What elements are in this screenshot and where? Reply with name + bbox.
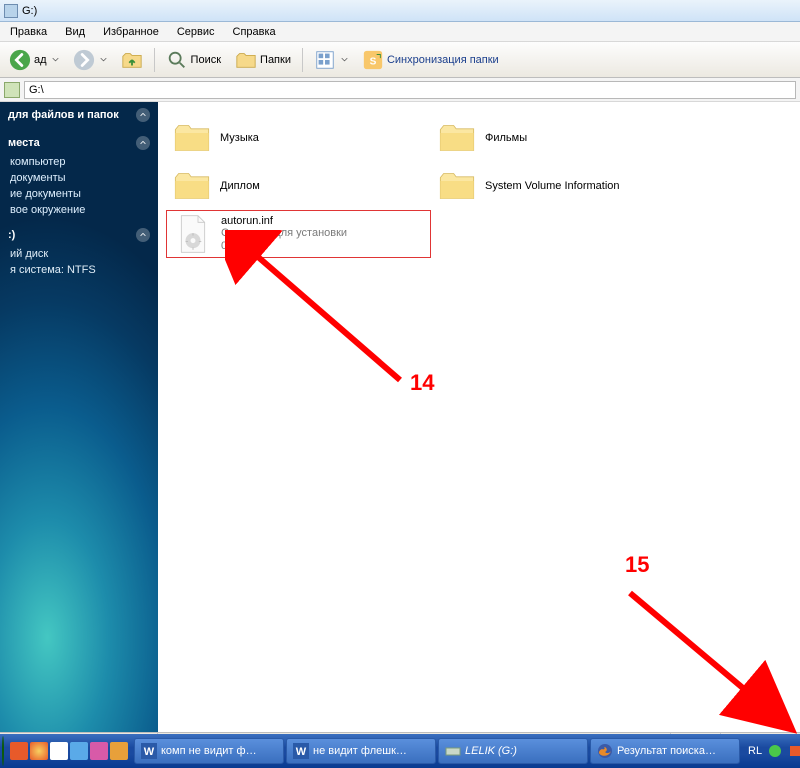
item-size: 0 КБ [221, 240, 347, 253]
svg-text:W: W [144, 746, 155, 758]
taskbar-item[interactable]: Результат поиска… [590, 738, 740, 764]
views-button[interactable] [309, 46, 353, 74]
chevron-down-icon [341, 56, 348, 63]
folders-label: Папки [260, 54, 291, 66]
ql-icon[interactable] [50, 742, 68, 760]
tray-icon[interactable] [788, 744, 800, 758]
lang-indicator[interactable]: RL [748, 745, 762, 757]
drive-icon [4, 4, 18, 18]
folder-icon [172, 121, 212, 155]
sidebar: для файлов и папок места компьютер докум… [0, 102, 158, 732]
titlebar: G:) [0, 0, 800, 22]
menubar: Правка Вид Избранное Сервис Справка [0, 22, 800, 42]
back-icon [9, 49, 31, 71]
item-label: Диплом [220, 180, 260, 192]
menu-help[interactable]: Справка [225, 24, 284, 40]
folder-item[interactable]: Диплом [166, 162, 431, 210]
taskbar: W комп не видит ф… W не видит флешк… LEL… [0, 734, 800, 768]
folder-icon [437, 169, 477, 203]
ql-icon[interactable] [90, 742, 108, 760]
task-label: LELIK (G:) [465, 745, 517, 757]
taskbar-item[interactable]: W не видит флешк… [286, 738, 436, 764]
word-icon: W [141, 743, 157, 759]
menu-edit[interactable]: Правка [2, 24, 55, 40]
chevron-down-icon [100, 56, 107, 63]
views-icon [314, 49, 336, 71]
task-label: не видит флешк… [313, 745, 407, 757]
tasks-header: для файлов и папок [8, 109, 119, 121]
taskbar-item[interactable]: W комп не видит ф… [134, 738, 284, 764]
folders-button[interactable]: Папки [230, 46, 296, 74]
places-header: места [8, 137, 40, 149]
quick-launch [6, 742, 132, 760]
annotation-label: 15 [625, 552, 649, 578]
folder-up-icon [121, 49, 143, 71]
back-button[interactable]: ад [4, 46, 64, 74]
item-label: autorun.inf [221, 215, 347, 227]
item-label: Фильмы [485, 132, 527, 144]
menu-fav[interactable]: Избранное [95, 24, 167, 40]
taskbar-item[interactable]: LELIK (G:) [438, 738, 588, 764]
search-button[interactable]: Поиск [161, 46, 226, 74]
item-label: Музыка [220, 132, 259, 144]
address-bar: G:\ [0, 78, 800, 102]
task-label: комп не видит ф… [161, 745, 257, 757]
window-title: G:) [22, 5, 37, 17]
folder-icon [437, 121, 477, 155]
toolbar: ад Поиск Папки S Синхронизация [0, 42, 800, 78]
search-label: Поиск [191, 54, 221, 66]
file-item-autorun[interactable]: autorun.inf Сведения для установки 0 КБ [166, 210, 431, 258]
item-label: System Volume Information [485, 180, 620, 192]
folder-item[interactable]: Музыка [166, 114, 431, 162]
annotation-label: 14 [410, 370, 434, 396]
svg-text:W: W [296, 746, 307, 758]
sync-label: Синхронизация папки [387, 54, 499, 66]
inf-file-icon [173, 214, 213, 254]
address-input[interactable]: G:\ [24, 81, 796, 99]
ql-icon[interactable] [30, 742, 48, 760]
drive-icon [4, 82, 20, 98]
ql-icon[interactable] [110, 742, 128, 760]
firefox-icon [597, 743, 613, 759]
system-tray: RL [742, 744, 800, 758]
up-button[interactable] [116, 46, 148, 74]
forward-icon [73, 49, 95, 71]
search-icon [166, 49, 188, 71]
sync-icon: S [362, 49, 384, 71]
file-list: Музыка Фильмы Диплом System Volume Infor… [158, 102, 800, 732]
ql-icon[interactable] [10, 742, 28, 760]
drive-icon [445, 743, 461, 759]
forward-button[interactable] [68, 46, 112, 74]
word-icon: W [293, 743, 309, 759]
folder-icon [172, 169, 212, 203]
sync-button[interactable]: S Синхронизация папки [357, 46, 504, 74]
task-label: Результат поиска… [617, 745, 716, 757]
start-button[interactable] [2, 736, 4, 766]
sidebar-item-documents[interactable]: документы [8, 170, 150, 186]
sidebar-item-network[interactable]: вое окружение [8, 202, 150, 218]
menu-tools[interactable]: Сервис [169, 24, 223, 40]
folder-item[interactable]: Фильмы [431, 114, 696, 162]
folders-icon [235, 49, 257, 71]
details-panel: :) ий диск я система: NTFS [0, 222, 158, 282]
details-filesystem: я система: NTFS [8, 262, 150, 278]
ql-icon[interactable] [70, 742, 88, 760]
tray-icon[interactable] [768, 744, 782, 758]
sidebar-item-shared-docs[interactable]: ие документы [8, 186, 150, 202]
details-header: :) [8, 229, 15, 241]
folder-item[interactable]: System Volume Information [431, 162, 696, 210]
address-path: G:\ [29, 84, 44, 96]
chevron-down-icon [52, 56, 59, 63]
sidebar-item-computer[interactable]: компьютер [8, 154, 150, 170]
item-type: Сведения для установки [221, 227, 347, 240]
details-drive-type: ий диск [8, 246, 150, 262]
svg-text:S: S [370, 56, 377, 67]
menu-view[interactable]: Вид [57, 24, 93, 40]
collapse-icon[interactable] [136, 108, 150, 122]
collapse-icon[interactable] [136, 228, 150, 242]
tasks-panel: для файлов и папок [0, 102, 158, 130]
places-panel: места компьютер документы ие документы в… [0, 130, 158, 222]
back-label: ад [34, 54, 47, 66]
collapse-icon[interactable] [136, 136, 150, 150]
